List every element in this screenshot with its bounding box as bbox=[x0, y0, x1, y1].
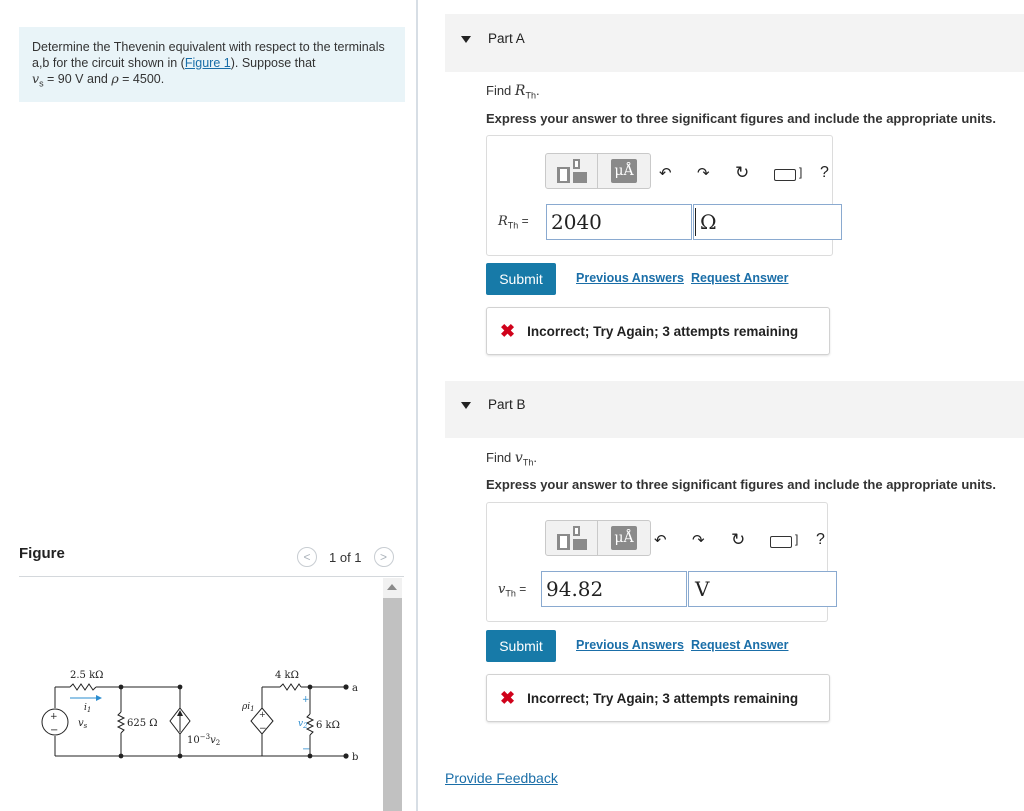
part-b-template-toolbar: μÅ bbox=[545, 520, 651, 556]
figure-link[interactable]: Figure 1 bbox=[185, 56, 231, 70]
part-a-header[interactable]: Part A bbox=[445, 14, 1024, 72]
part-a-unit-value: Ω bbox=[700, 210, 717, 234]
keyboard-bracket: ] bbox=[795, 532, 799, 546]
r3-label: 4 kΩ bbox=[275, 670, 299, 681]
error-x-icon: ✖ bbox=[500, 320, 516, 341]
keyboard-icon[interactable] bbox=[770, 536, 792, 548]
help-icon[interactable]: ? bbox=[820, 164, 829, 182]
part-b-feedback: ✖ Incorrect; Try Again; 3 attempts remai… bbox=[486, 674, 830, 722]
templates-button[interactable] bbox=[546, 521, 598, 555]
dep-minus: − bbox=[259, 724, 267, 734]
prev-figure-button[interactable]: < bbox=[297, 547, 317, 567]
provide-feedback-link[interactable]: Provide Feedback bbox=[445, 770, 558, 786]
figure-title: Figure bbox=[19, 545, 65, 562]
part-a-feedback: ✖ Incorrect; Try Again; 3 attempts remai… bbox=[486, 307, 830, 355]
cs-label: 10−3v2 bbox=[187, 733, 220, 747]
part-a-label: Part A bbox=[488, 31, 525, 46]
undo-icon[interactable]: ↶ bbox=[659, 164, 672, 182]
terminal-b: b bbox=[352, 752, 358, 763]
part-a-submit-button[interactable]: Submit bbox=[486, 263, 556, 295]
problem-text-tail: ). Suppose that bbox=[230, 55, 316, 70]
scroll-up-arrow-icon[interactable] bbox=[387, 584, 397, 590]
part-b-previous-answers-link[interactable]: Previous Answers bbox=[576, 638, 684, 652]
scrollbar-thumb[interactable] bbox=[383, 598, 402, 811]
reset-icon[interactable]: ↻ bbox=[731, 530, 745, 550]
templates-icon bbox=[556, 159, 587, 183]
vs-label: vs bbox=[78, 718, 88, 730]
figure-divider bbox=[19, 576, 404, 577]
part-b-value-input[interactable]: 94.82 bbox=[541, 571, 687, 607]
part-b-unit-input[interactable]: V bbox=[688, 571, 837, 607]
part-b-find: Find vTh. bbox=[486, 450, 537, 468]
part-a-find: Find RTh. bbox=[486, 83, 540, 101]
collapse-triangle-icon[interactable] bbox=[461, 402, 471, 409]
dep-label: ρi1 bbox=[241, 702, 255, 713]
i1-label: i1 bbox=[84, 703, 91, 714]
part-a-unit-input[interactable]: Ω bbox=[693, 204, 842, 240]
collapse-triangle-icon[interactable] bbox=[461, 36, 471, 43]
part-a-request-answer-link[interactable]: Request Answer bbox=[691, 271, 788, 285]
circuit-diagram: + − vs i1 2.5 kΩ 625 Ω 10−3v2 + − ρi1 4 … bbox=[41, 670, 358, 763]
r4-label: 6 kΩ bbox=[316, 720, 340, 731]
figure-count: 1 of 1 bbox=[329, 549, 362, 565]
keyboard-bracket: ] bbox=[799, 165, 803, 179]
units-icon: μÅ bbox=[611, 526, 637, 550]
panel-divider bbox=[416, 0, 418, 811]
v2-label: v2 bbox=[298, 719, 308, 730]
part-a-var-label: RTh = bbox=[498, 214, 529, 231]
part-b-var-label: vTh = bbox=[498, 582, 527, 599]
part-b-submit-button[interactable]: Submit bbox=[486, 630, 556, 662]
part-b-header[interactable]: Part B bbox=[445, 381, 1024, 438]
figure-scrollbar[interactable] bbox=[383, 578, 402, 811]
keyboard-icon[interactable] bbox=[774, 169, 796, 181]
problem-statement: Determine the Thevenin equivalent with r… bbox=[19, 27, 405, 102]
text-caret bbox=[695, 208, 696, 236]
part-b-feedback-text: Incorrect; Try Again; 3 attempts remaini… bbox=[527, 690, 799, 706]
rho-symbol: ρ bbox=[111, 71, 119, 86]
part-a-value-input[interactable]: 2040 bbox=[546, 204, 692, 240]
part-b-answer-box: μÅ ↶ ↷ ↻ ] ? vTh = 94.82 V bbox=[486, 502, 837, 622]
units-button[interactable]: μÅ bbox=[598, 521, 650, 555]
part-b-unit-value: V bbox=[695, 577, 710, 601]
r2-label: 625 Ω bbox=[127, 718, 158, 729]
part-b-request-answer-link[interactable]: Request Answer bbox=[691, 638, 788, 652]
redo-icon[interactable]: ↷ bbox=[692, 531, 705, 549]
part-a-feedback-text: Incorrect; Try Again; 3 attempts remaini… bbox=[527, 323, 799, 339]
redo-icon[interactable]: ↷ bbox=[697, 164, 710, 182]
left-panel: Determine the Thevenin equivalent with r… bbox=[0, 0, 418, 811]
part-a-answer-box: μÅ ↶ ↷ ↻ ] ? RTh = 2040 Ω bbox=[486, 135, 842, 256]
vs-minus: − bbox=[50, 725, 58, 736]
part-a-template-toolbar: μÅ bbox=[545, 153, 651, 189]
part-a-previous-answers-link[interactable]: Previous Answers bbox=[576, 271, 684, 285]
next-figure-button[interactable]: > bbox=[373, 547, 394, 567]
part-b-instruction: Express your answer to three significant… bbox=[486, 477, 996, 492]
reset-icon[interactable]: ↻ bbox=[735, 163, 749, 183]
undo-icon[interactable]: ↶ bbox=[654, 531, 667, 549]
part-b-label: Part B bbox=[488, 397, 526, 412]
vs-plus: + bbox=[50, 712, 58, 722]
v2-plus: + bbox=[302, 695, 310, 705]
vs-symbol: v bbox=[32, 71, 40, 86]
figure-pager: < 1 of 1 > bbox=[297, 545, 394, 569]
templates-button[interactable] bbox=[546, 154, 598, 188]
error-x-icon: ✖ bbox=[500, 687, 516, 708]
templates-icon bbox=[556, 526, 587, 550]
terminal-a: a bbox=[352, 683, 358, 694]
part-a-instruction: Express your answer to three significant… bbox=[486, 111, 996, 126]
rho-value: = 4500. bbox=[118, 72, 165, 86]
dep-plus: + bbox=[259, 710, 266, 719]
help-icon[interactable]: ? bbox=[816, 531, 825, 549]
r1-label: 2.5 kΩ bbox=[70, 670, 103, 681]
units-button[interactable]: μÅ bbox=[598, 154, 650, 188]
v2-minus: − bbox=[302, 744, 310, 755]
units-icon: μÅ bbox=[611, 159, 637, 183]
vs-value: = 90 V and bbox=[43, 72, 112, 86]
